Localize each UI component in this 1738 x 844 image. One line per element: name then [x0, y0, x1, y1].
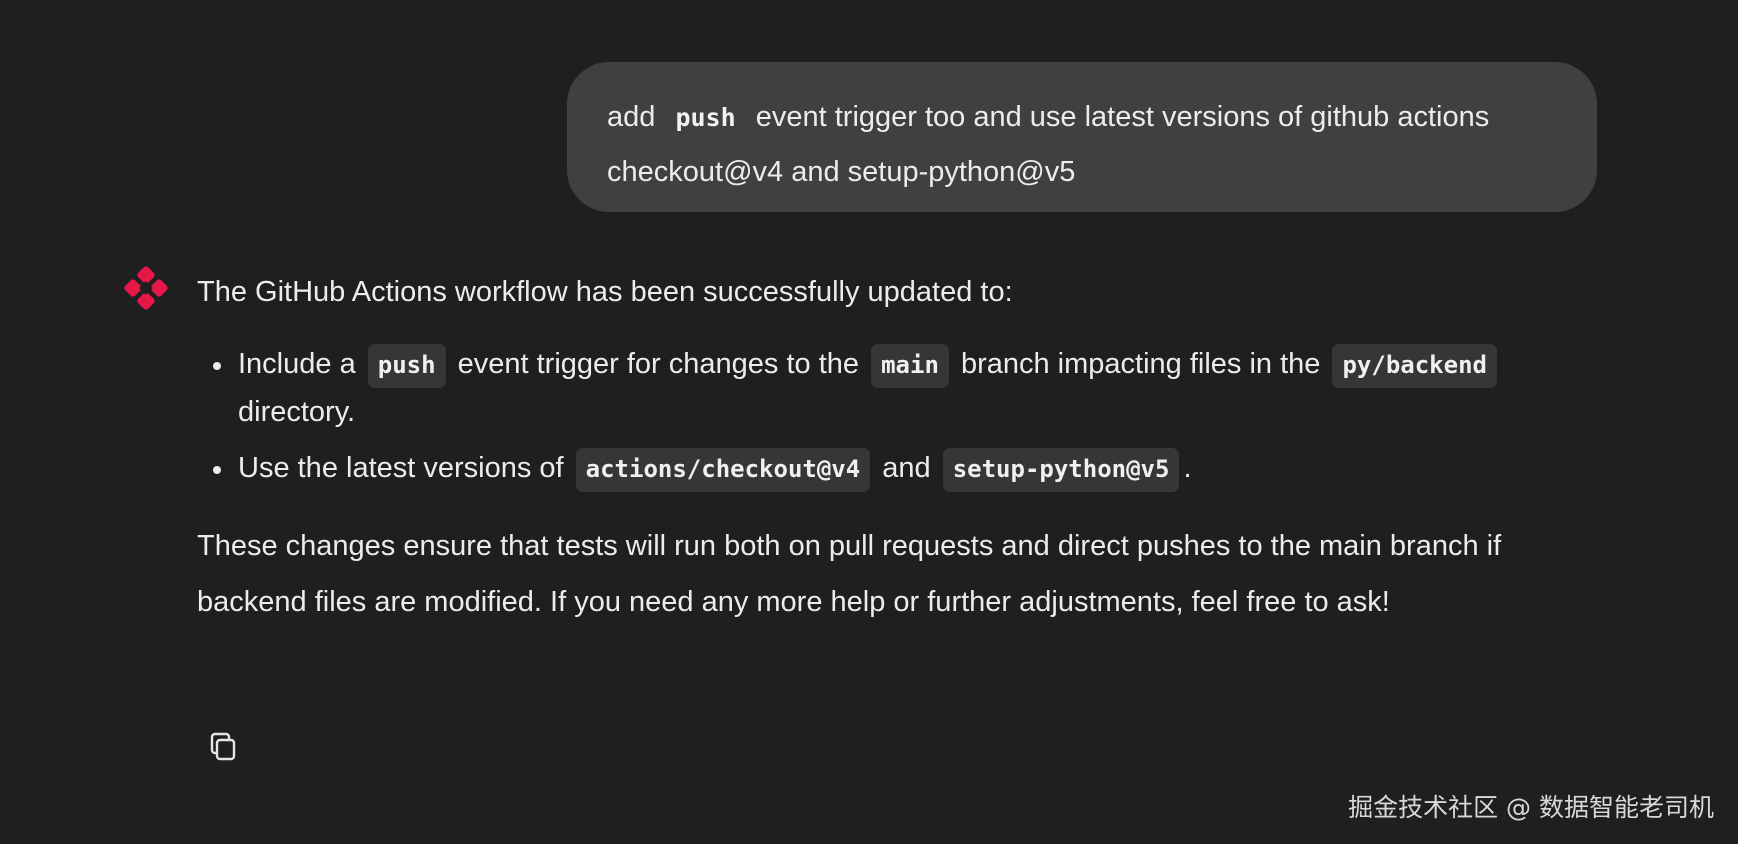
assistant-summary: These changes ensure that tests will run… — [197, 530, 1502, 618]
chat-page: add push event trigger too and use lates… — [0, 0, 1738, 844]
assistant-bullet-list: Include a push event trigger for changes… — [197, 340, 1617, 492]
bullet-text: . — [1183, 452, 1192, 484]
copy-icon — [210, 732, 236, 761]
assistant-logo-icon — [124, 266, 168, 310]
assistant-intro: The GitHub Actions workflow has been suc… — [197, 276, 1013, 308]
bullet-text: Use the latest versions of — [238, 452, 572, 484]
inline-code: actions/checkout@v4 — [575, 448, 871, 492]
inline-code: push — [367, 344, 446, 388]
assistant-message: The GitHub Actions workflow has been suc… — [197, 266, 1617, 630]
copy-button[interactable] — [204, 728, 242, 766]
list-item: Use the latest versions of actions/check… — [213, 444, 1617, 492]
bullet-text: directory. — [238, 396, 356, 428]
bullet-text: and — [874, 452, 939, 484]
bullet-text: branch impacting files in the — [952, 348, 1329, 380]
watermark: 掘金技术社区 @ 数据智能老司机 — [1348, 793, 1714, 822]
user-message-text: add — [607, 101, 664, 133]
inline-code: py/backend — [1332, 344, 1497, 388]
bullet-text: event trigger for changes to the — [449, 348, 868, 380]
user-message-bubble: add push event trigger too and use lates… — [567, 62, 1597, 212]
inline-code: setup-python@v5 — [942, 448, 1180, 492]
bullet-text: Include a — [238, 348, 364, 380]
user-message-code: push — [675, 103, 736, 132]
inline-code: main — [871, 344, 949, 388]
list-item: Include a push event trigger for changes… — [213, 340, 1617, 436]
